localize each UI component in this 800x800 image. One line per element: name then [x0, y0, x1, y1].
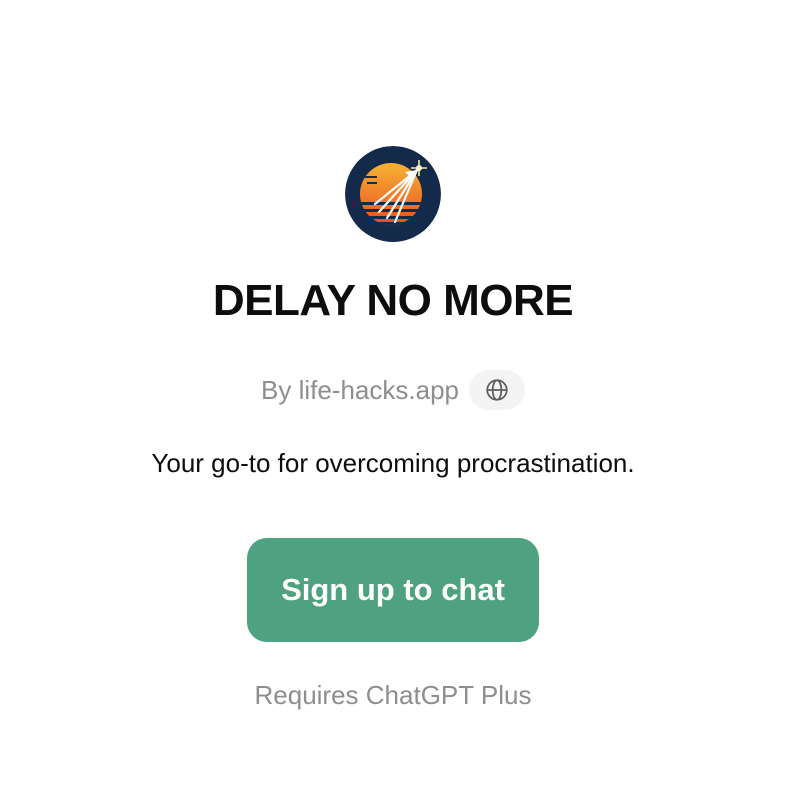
signup-button[interactable]: Sign up to chat	[247, 538, 539, 642]
gpt-profile-page: DELAY NO MORE By life-hacks.app Your go-…	[0, 0, 800, 800]
website-link-button[interactable]	[468, 370, 525, 410]
gpt-title: DELAY NO MORE	[212, 276, 574, 325]
author-label: By life-hacks.app	[261, 375, 459, 405]
gpt-description: Your go-to for overcoming procrastinatio…	[151, 448, 635, 478]
author-row: By life-hacks.app	[0, 370, 786, 410]
requirement-note: Requires ChatGPT Plus	[254, 680, 532, 710]
rocket-sunset-logo-icon	[345, 146, 441, 242]
gpt-logo	[345, 146, 441, 242]
globe-icon	[486, 379, 508, 401]
